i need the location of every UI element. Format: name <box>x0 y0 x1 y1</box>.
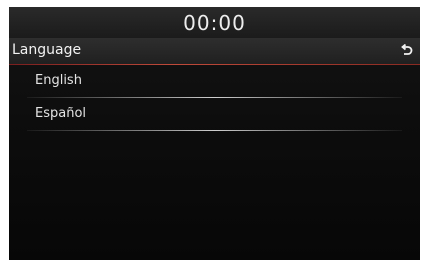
back-arrow-icon <box>401 44 413 55</box>
infotainment-screen: 00:00 Language English Español <box>9 7 420 260</box>
language-item-espanol[interactable]: Español <box>9 98 420 131</box>
language-item-english[interactable]: English <box>9 65 420 98</box>
language-list: English Español <box>9 65 420 131</box>
language-label: English <box>35 73 82 88</box>
status-bar: 00:00 <box>9 7 420 38</box>
divider <box>27 130 402 131</box>
header-bar: Language <box>9 38 420 64</box>
language-label: Español <box>35 106 87 121</box>
clock: 00:00 <box>183 11 246 35</box>
back-button[interactable] <box>394 38 420 64</box>
page-title: Language <box>12 42 82 58</box>
